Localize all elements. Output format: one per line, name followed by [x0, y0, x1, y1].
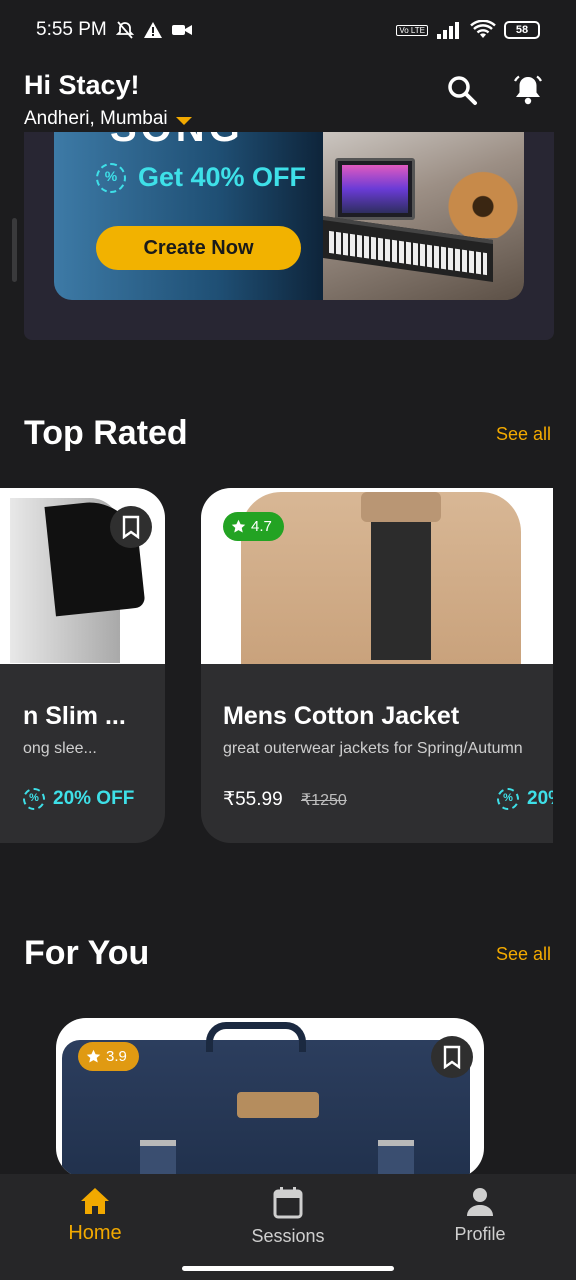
discount-badge-icon [23, 788, 45, 810]
jacket-lining [371, 518, 431, 660]
search-icon [448, 76, 477, 105]
product-card[interactable]: n Slim ... ong slee... 20% OFF [0, 488, 165, 843]
promo-banner[interactable]: SONG Get 40% OFF Create Now [54, 128, 524, 300]
product-old-price: ₹1250 [301, 792, 347, 809]
bag-patch [237, 1092, 319, 1118]
jacket-collar [361, 492, 441, 522]
product-description: ong slee... [23, 740, 97, 757]
product-discount: 20% [497, 788, 553, 810]
app-header: Hi Stacy! Andheri, Mumbai [0, 60, 576, 132]
bookmark-button[interactable] [431, 1036, 473, 1078]
product-title: Mens Cotton Jacket [223, 702, 460, 730]
notifications-button[interactable] [508, 70, 548, 110]
location-label: Andheri, Mumbai [24, 108, 168, 129]
search-button[interactable] [442, 70, 482, 110]
bag-strap [140, 1140, 176, 1178]
wifi-icon [470, 20, 496, 38]
status-bar: 5:55 PM Vo LTE 58 [0, 0, 576, 60]
discount-text: 20% OFF [53, 788, 135, 809]
top-rated-see-all-link[interactable]: See all [496, 424, 551, 445]
profile-icon [467, 1188, 493, 1216]
laptop-illustration [335, 158, 415, 220]
discount-text: 20% [527, 788, 553, 809]
caret-down-icon [175, 117, 192, 125]
notification-bell-icon [514, 75, 542, 105]
gesture-home-indicator[interactable] [182, 1266, 394, 1271]
rating-badge: 3.9 [78, 1042, 139, 1071]
bottom-navigation: Home Sessions Profile [0, 1174, 576, 1280]
discount-badge-icon [497, 788, 519, 810]
bag-strap [378, 1140, 414, 1178]
calendar-icon [273, 1187, 303, 1219]
mute-bell-icon [115, 21, 134, 39]
star-icon [86, 1049, 101, 1063]
rating-value: 3.9 [106, 1048, 127, 1065]
greeting-title: Hi Stacy! [24, 70, 140, 100]
home-icon [81, 1188, 109, 1214]
warning-icon [143, 22, 162, 38]
nav-home-label: Home [68, 1222, 122, 1244]
video-camera-icon [171, 25, 192, 35]
nav-profile[interactable]: Profile [420, 1186, 540, 1245]
banner-offer: Get 40% OFF [96, 162, 306, 193]
product-price: ₹55.99 [223, 789, 283, 810]
location-selector[interactable]: Andheri, Mumbai [24, 108, 192, 130]
product-description: great outerwear jackets for Spring/Autum… [223, 740, 523, 757]
bookmark-icon [443, 1045, 461, 1069]
scrollbar[interactable] [12, 218, 17, 282]
product-card[interactable]: 4.7 Mens Cotton Jacket great outerwear j… [201, 488, 553, 843]
nav-home[interactable]: Home [35, 1186, 155, 1245]
rating-value: 4.7 [251, 518, 272, 535]
nav-sessions[interactable]: Sessions [228, 1186, 348, 1247]
star-icon [231, 519, 246, 533]
banner-offer-text: Get 40% OFF [138, 162, 307, 192]
for-you-title: For You [24, 934, 150, 972]
product-title: n Slim ... [23, 702, 126, 730]
nav-profile-label: Profile [454, 1224, 506, 1244]
banner-image [323, 128, 524, 300]
product-discount: 20% OFF [23, 788, 134, 810]
bookmark-button[interactable] [110, 506, 152, 548]
product-card[interactable]: 3.9 [56, 1018, 484, 1178]
discount-badge-icon [96, 162, 126, 193]
bag-handle [206, 1022, 306, 1052]
nav-sessions-label: Sessions [251, 1226, 325, 1246]
bookmark-icon [122, 515, 140, 539]
guitar-illustration [443, 168, 523, 238]
for-you-see-all-link[interactable]: See all [496, 944, 551, 965]
app-screen: 5:55 PM Vo LTE 58 SONG Get 40% OFF Creat… [0, 0, 576, 1280]
signal-icon [437, 22, 459, 39]
volte-badge: Vo LTE [396, 24, 428, 36]
status-time: 5:55 PM [36, 19, 107, 40]
create-now-button[interactable]: Create Now [96, 226, 301, 270]
battery-indicator: 58 [504, 21, 540, 39]
rating-badge: 4.7 [223, 512, 284, 541]
top-rated-title: Top Rated [24, 414, 188, 452]
